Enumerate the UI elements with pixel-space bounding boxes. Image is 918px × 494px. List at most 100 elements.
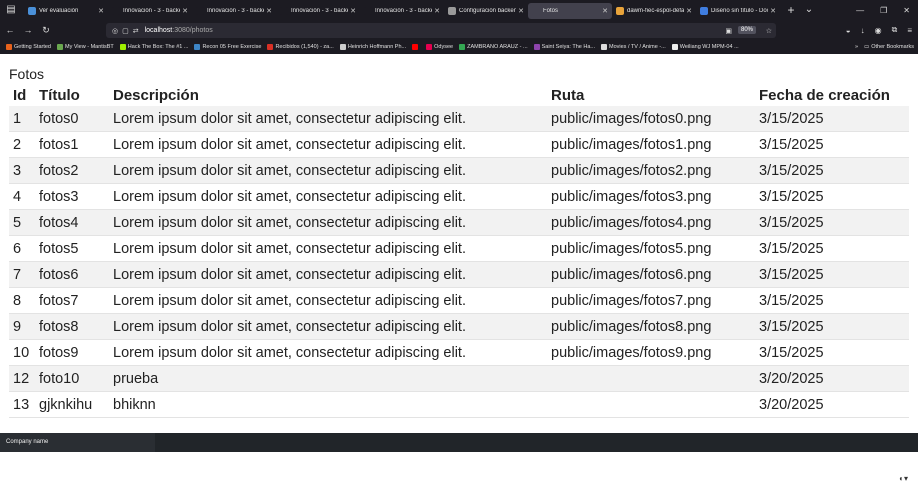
bookmark-item[interactable]: Odysee bbox=[426, 44, 453, 50]
bookmark-label: My View - MantisBT bbox=[65, 44, 114, 50]
back-icon[interactable]: ← bbox=[2, 25, 18, 35]
cell-titulo: fotos5 bbox=[39, 240, 79, 257]
browser-tab[interactable]: Configuración backend ✕ bbox=[444, 3, 528, 19]
reader-view-icon[interactable]: ▣ bbox=[725, 27, 732, 35]
menu-icon[interactable]: ≡ bbox=[907, 26, 912, 35]
bookmark-item[interactable]: Weiliang WJ MPM-04 ... bbox=[671, 44, 739, 50]
cell-ruta bbox=[547, 392, 755, 418]
bookmark-label: Recibidos (1,540) - za... bbox=[275, 44, 334, 50]
tab-close-icon[interactable]: ✕ bbox=[686, 7, 692, 15]
cell-id: 1 bbox=[9, 106, 35, 132]
cell-id: 5 bbox=[9, 209, 35, 236]
cell-fecha: 3/15/2025 bbox=[759, 344, 824, 361]
cell-titulo: fotos9 bbox=[39, 344, 79, 361]
browser-tab[interactable]: Innovación - 3 - backend :✕ bbox=[276, 3, 360, 19]
bookmark-item[interactable] bbox=[412, 44, 420, 50]
tab-close-icon[interactable]: ✕ bbox=[350, 7, 356, 15]
tab-close-icon[interactable]: ✕ bbox=[770, 7, 776, 15]
cell-fecha: 3/15/2025 bbox=[755, 313, 909, 340]
bookmark-item[interactable]: Heinrich Hoffmann Ph... bbox=[339, 44, 406, 50]
bookmark-label: Odysee bbox=[434, 44, 454, 50]
url-host: localhost bbox=[144, 27, 173, 34]
tab-close-icon[interactable]: ✕ bbox=[434, 7, 440, 15]
bookmarks-bar: Getting Started My View - MantisBT Hack Th… bbox=[0, 40, 918, 54]
page-icon: ▢ bbox=[122, 27, 129, 35]
browser-tab[interactable]: Ver evaluación ✕ bbox=[24, 3, 108, 19]
theme-toggle-icon[interactable]: ◐▾ bbox=[899, 474, 908, 483]
cell-titulo: fotos4 bbox=[35, 209, 109, 236]
pocket-icon[interactable]: ◒ bbox=[846, 26, 851, 35]
cell-fecha: 3/15/2025 bbox=[755, 106, 909, 132]
cell-descripcion: Lorem ipsum dolor sit amet, consectetur … bbox=[109, 209, 547, 236]
tab-list-button[interactable]: ⌄ bbox=[802, 3, 816, 17]
cell-ruta bbox=[547, 365, 755, 392]
shield-icon: ◎ bbox=[112, 27, 119, 35]
navigation-bar: ← → ↻ ◎ ▢ ⇄ localhost:3080/photos ▣ 80% … bbox=[0, 20, 918, 40]
cell-descripcion: Lorem ipsum dolor sit amet, consectetur … bbox=[109, 261, 547, 288]
bookmark-label: ZAMBRANO ARAUZ - ... bbox=[467, 44, 528, 50]
column-header-ruta: Ruta bbox=[551, 86, 585, 104]
tab-close-icon[interactable]: ✕ bbox=[98, 7, 104, 15]
tab-favicon-icon bbox=[112, 7, 120, 15]
bookmark-item[interactable]: Movies / TV / Anime -... bbox=[601, 44, 666, 50]
cell-descripcion: Lorem ipsum dolor sit amet, consectetur … bbox=[109, 313, 547, 340]
bookmarks-overflow-icon[interactable]: » bbox=[855, 44, 858, 50]
tab-close-icon[interactable]: ✕ bbox=[266, 7, 272, 15]
browser-tab[interactable]: dawm-fiec-espol-defa ✕ bbox=[612, 3, 696, 19]
sidebar-toggle-icon[interactable]: ▤ bbox=[4, 3, 18, 17]
browser-tab[interactable]: Innovación - 3 - backend :✕ bbox=[360, 3, 444, 19]
bookmark-favicon-icon bbox=[267, 44, 274, 50]
tab-favicon-icon bbox=[448, 7, 456, 15]
restore-icon[interactable]: ❐ bbox=[880, 6, 887, 15]
tab-close-icon[interactable]: ✕ bbox=[182, 7, 188, 15]
bookmark-item[interactable]: ZAMBRANO ARAUZ - ... bbox=[459, 44, 528, 50]
cell-id: 9 bbox=[9, 313, 35, 340]
minimize-icon[interactable]: — bbox=[856, 6, 864, 15]
cell-fecha: 3/15/2025 bbox=[755, 209, 909, 236]
tab-title: dawm-fiec-espol-defa bbox=[627, 8, 685, 14]
bookmark-favicon-icon bbox=[601, 44, 608, 50]
browser-tab[interactable]: Diseño sin título - Doc ✕ bbox=[696, 3, 780, 19]
photos-table: Id Título Descripción Ruta Fecha de crea… bbox=[9, 84, 909, 418]
tab-title: Innovación - 3 - backend : bbox=[375, 8, 432, 14]
close-window-icon[interactable]: ✕ bbox=[903, 6, 910, 15]
tab-close-icon[interactable]: ✕ bbox=[602, 7, 608, 15]
cell-descripcion: Lorem ipsum dolor sit amet, consectetur … bbox=[109, 106, 547, 132]
url-bar[interactable]: ◎ ▢ ⇄ localhost:3080/photos ▣ 80% ☆ bbox=[106, 23, 776, 38]
bookmark-star-icon[interactable]: ☆ bbox=[766, 27, 772, 35]
page-title: Fotos bbox=[9, 66, 45, 82]
bookmark-item[interactable]: My View - MantisBT bbox=[57, 44, 114, 50]
cell-fecha: 3/15/2025 bbox=[759, 240, 824, 257]
bookmark-item[interactable]: Recon 05 Free Exercise bbox=[194, 44, 261, 50]
table-row: 7 fotos6 Lorem ipsum dolor sit amet, conse… bbox=[9, 261, 909, 288]
browser-tab[interactable]: Fotos ✕ bbox=[528, 3, 612, 19]
other-bookmarks[interactable]: Other Bookmarks bbox=[871, 44, 914, 50]
bookmark-favicon-icon bbox=[426, 44, 433, 50]
bookmark-label: Hack The Box: The #1 ... bbox=[127, 44, 189, 50]
page-content: Fotos Id Título Descripción Ruta Fecha d… bbox=[9, 66, 909, 418]
reload-icon[interactable]: ↻ bbox=[38, 25, 54, 36]
browser-tab[interactable]: Innovación - 3 - backend :✕ bbox=[192, 3, 276, 19]
table-row: 1 fotos0 Lorem ipsum dolor sit amet, conse… bbox=[9, 106, 909, 132]
cell-titulo: fotos7 bbox=[39, 292, 79, 309]
bookmark-item[interactable]: Hack The Box: The #1 ... bbox=[119, 44, 189, 50]
cell-fecha: 3/15/2025 bbox=[759, 136, 824, 153]
zoom-level[interactable]: 80% bbox=[737, 26, 756, 34]
cell-descripcion: prueba bbox=[109, 365, 547, 392]
forward-icon[interactable]: → bbox=[20, 25, 36, 35]
account-icon[interactable]: ◉ bbox=[875, 26, 882, 35]
bookmark-label: Saint Seiya: The Ha... bbox=[541, 44, 596, 50]
tab-close-icon[interactable]: ✕ bbox=[518, 7, 524, 15]
cell-ruta: public/images/fotos6.png bbox=[547, 261, 755, 288]
bookmark-favicon-icon bbox=[412, 44, 419, 50]
bookmark-label: Movies / TV / Anime -... bbox=[609, 44, 666, 50]
cell-ruta: public/images/fotos2.png bbox=[547, 157, 755, 184]
bookmark-item[interactable]: Recibidos (1,540) - za... bbox=[267, 44, 334, 50]
downloads-icon[interactable]: ↓ bbox=[861, 26, 865, 35]
bookmark-item[interactable]: Getting Started bbox=[6, 44, 51, 50]
browser-tab[interactable]: Innovación - 3 - backend :✕ bbox=[108, 3, 192, 19]
new-tab-button[interactable]: + bbox=[784, 3, 798, 17]
bookmark-item[interactable]: Saint Seiya: The Ha... bbox=[533, 44, 596, 50]
tab-title: Innovación - 3 - backend : bbox=[123, 8, 180, 14]
extensions-icon[interactable]: ⧉ bbox=[892, 25, 898, 35]
